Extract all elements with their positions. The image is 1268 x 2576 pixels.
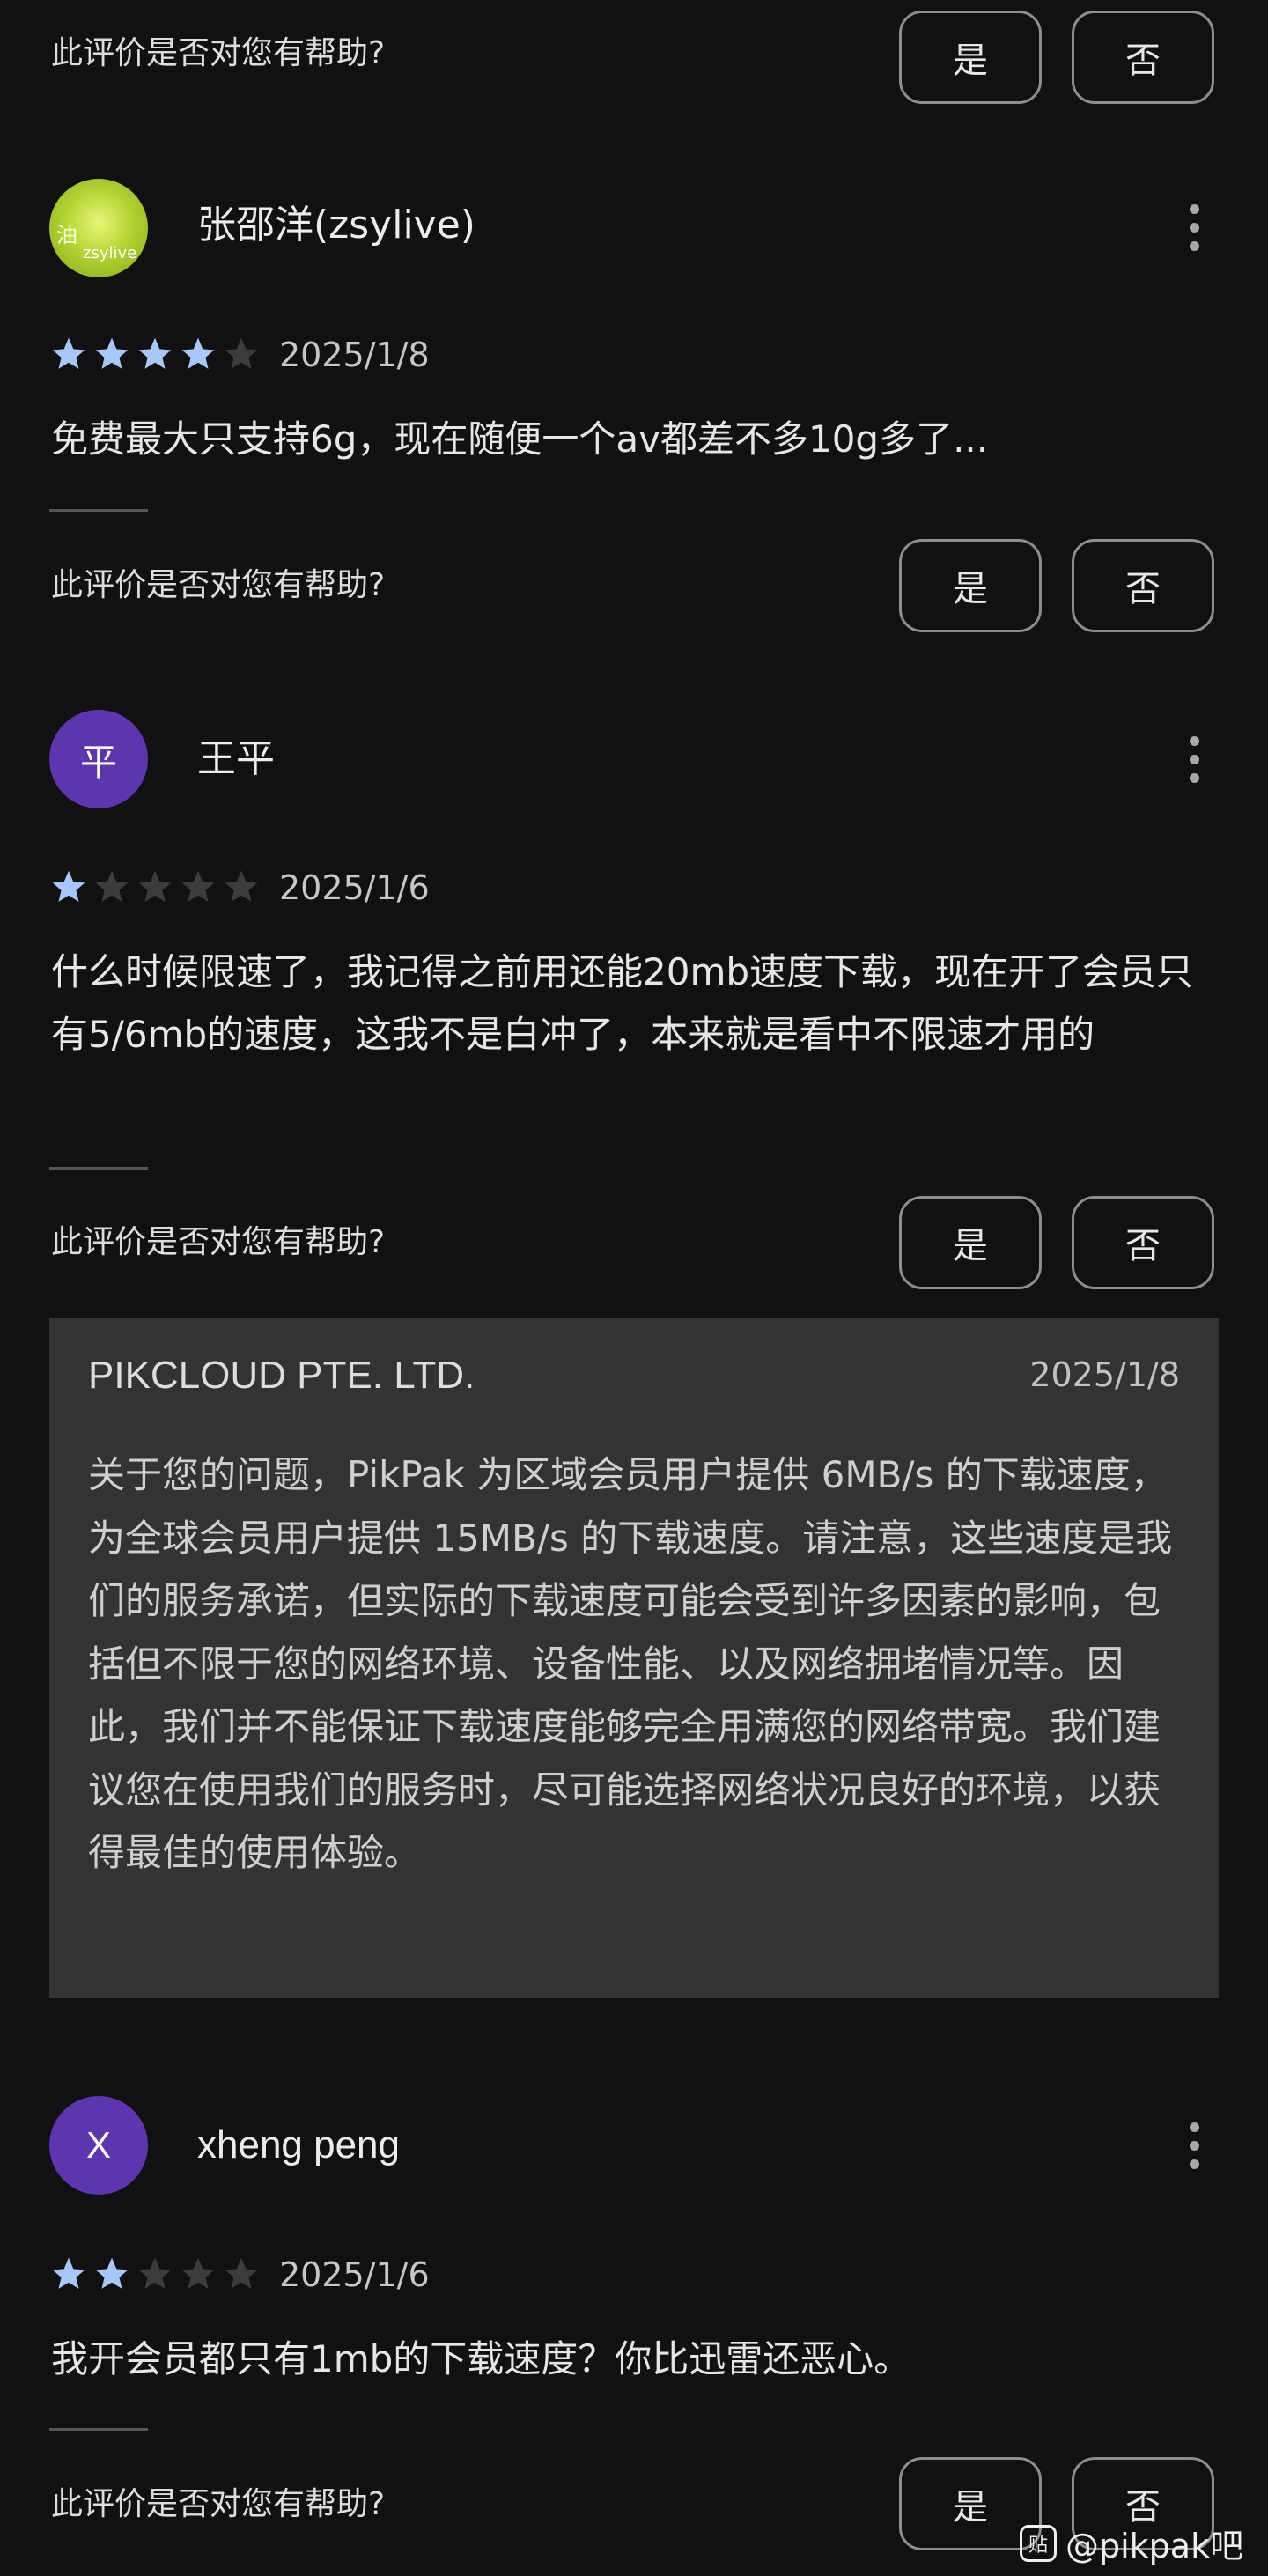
more-options-icon[interactable] [1176,2110,1212,2181]
watermark-text: @pikpak吧 [1065,2527,1244,2565]
helpful-no-button[interactable]: 否 [1072,539,1214,632]
star-empty-icon [138,2257,172,2289]
avatar[interactable]: 油 zsylive [49,179,148,277]
helpful-no-button[interactable]: 否 [1072,1196,1214,1289]
helpful-prompt: 此评价是否对您有帮助? [51,567,386,603]
reply-date: 2025/1/8 [1029,1355,1180,1394]
review-date: 2025/1/8 [279,336,430,374]
helpful-no-button[interactable]: 否 [1072,11,1214,104]
avatar[interactable]: X [49,2096,148,2195]
divider [49,1167,148,1170]
avatar-text: zsylive [83,244,137,262]
helpful-prompt: 此评价是否对您有帮助? [51,1224,386,1260]
star-rating [49,2255,261,2293]
reply-author: PIKCLOUD PTE. LTD. [88,1354,476,1397]
review-author: xheng peng [197,2123,400,2166]
avatar-char: 油 [56,223,77,247]
review-author: 张邵洋(zsylive) [197,203,476,247]
star-filled-icon [52,337,85,369]
star-empty-icon [181,870,215,902]
review-text: 什么时候限速了，我记得之前用还能20mb速度下载，现在开了会员只有5/6mb的速… [51,950,1194,1056]
star-filled-icon [95,2257,129,2289]
star-empty-icon [95,870,129,902]
star-empty-icon [181,2257,215,2289]
more-options-icon[interactable] [1176,192,1212,262]
developer-reply: PIKCLOUD PTE. LTD. 2025/1/8 关于您的问题，PikPa… [49,1318,1219,1998]
review-text: 免费最大只支持6g，现在随便一个av都差不多10g多了... [51,417,989,461]
star-empty-icon [138,870,172,902]
divider [49,2428,148,2431]
star-rating [49,867,261,906]
star-filled-icon [95,337,129,369]
tieba-icon: 贴 [1020,2524,1057,2562]
star-filled-icon [52,870,85,902]
helpful-yes-button[interactable]: 是 [899,1196,1042,1289]
more-options-icon[interactable] [1176,724,1212,794]
helpful-yes-button[interactable]: 是 [899,539,1042,632]
star-empty-icon [225,337,258,369]
avatar[interactable]: 平 [49,710,148,808]
star-empty-icon [225,870,258,902]
helpful-yes-button[interactable]: 是 [899,11,1042,104]
watermark: 贴 @pikpak吧 [1020,2519,1243,2567]
review-date: 2025/1/6 [279,868,430,907]
star-filled-icon [181,337,215,369]
reply-text: 关于您的问题，PikPak 为区域会员用户提供 6MB/s 的下载速度，为全球会… [88,1453,1173,1874]
star-empty-icon [225,2257,258,2289]
helpful-prompt: 此评价是否对您有帮助? [51,35,386,71]
star-filled-icon [52,2257,85,2289]
star-filled-icon [138,337,172,369]
review-text: 我开会员都只有1mb的下载速度？你比迅雷还恶心。 [51,2337,911,2380]
divider [49,509,148,512]
helpful-prompt: 此评价是否对您有帮助? [51,2486,386,2522]
review-author: 王平 [197,736,275,781]
review-date: 2025/1/6 [279,2255,430,2294]
star-rating [49,335,261,373]
